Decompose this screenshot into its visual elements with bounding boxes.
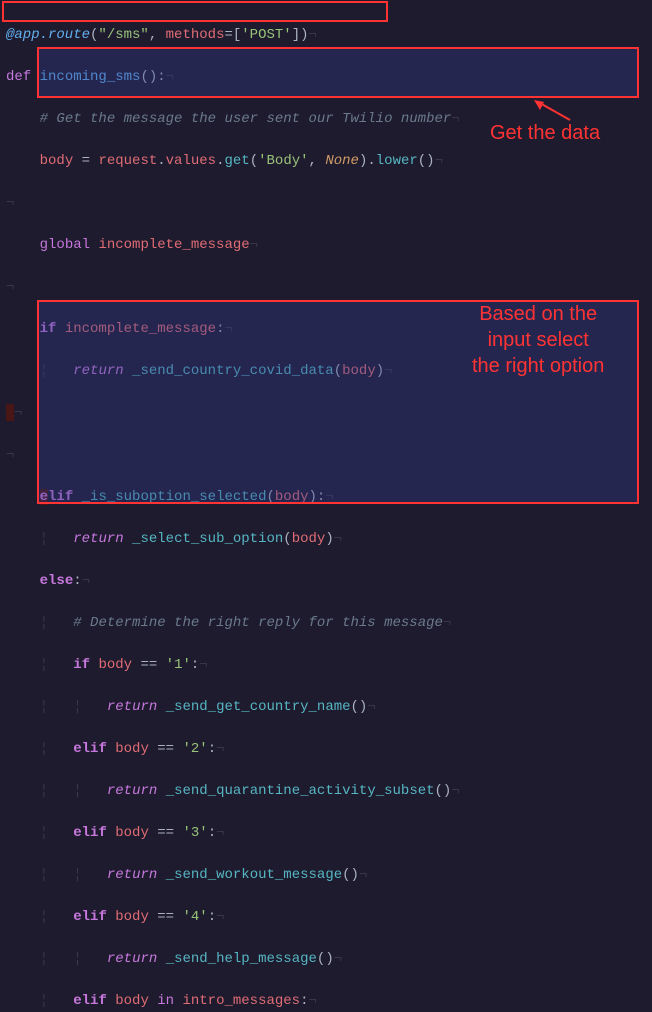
code-line: ¦ # Determine the right reply for this m…	[6, 613, 646, 634]
code-editor-view: @app.route("/sms", methods=['POST'])¬ de…	[6, 4, 646, 1012]
code-line: ¬	[6, 445, 646, 466]
code-line: elif _is_suboption_selected(body):¬	[6, 487, 646, 508]
code-line: ¦ ¦ return _send_get_country_name()¬	[6, 697, 646, 718]
code-line: def incoming_sms():¬	[6, 67, 646, 88]
code-line: global incomplete_message¬	[6, 235, 646, 256]
code-line: @app.route("/sms", methods=['POST'])¬	[6, 25, 646, 46]
code-line: ¦ ¦ return _send_help_message()¬	[6, 949, 646, 970]
code-line: ¦ elif body == '4':¬	[6, 907, 646, 928]
code-line: ¦ ¦ return _send_quarantine_activity_sub…	[6, 781, 646, 802]
code-line: body = request.values.get('Body', None).…	[6, 151, 646, 172]
code-line: ¦ ¦ return _send_workout_message()¬	[6, 865, 646, 886]
code-line: ¦ elif body in intro_messages:¬	[6, 991, 646, 1012]
code-line: ¬	[6, 277, 646, 298]
annotation-text-get-data: Get the data	[490, 118, 600, 148]
code-line: ¦ elif body == '2':¬	[6, 739, 646, 760]
code-line: ¬	[6, 193, 646, 214]
code-line: ¬	[6, 403, 646, 424]
annotation-text-select-option: Based on the input select the right opti…	[472, 301, 604, 379]
code-line: ¦ elif body == '3':¬	[6, 823, 646, 844]
cursor-marker	[6, 404, 14, 421]
code-line: ¦ if body == '1':¬	[6, 655, 646, 676]
code-line: ¦ return _select_sub_option(body)¬	[6, 529, 646, 550]
code-line: else:¬	[6, 571, 646, 592]
